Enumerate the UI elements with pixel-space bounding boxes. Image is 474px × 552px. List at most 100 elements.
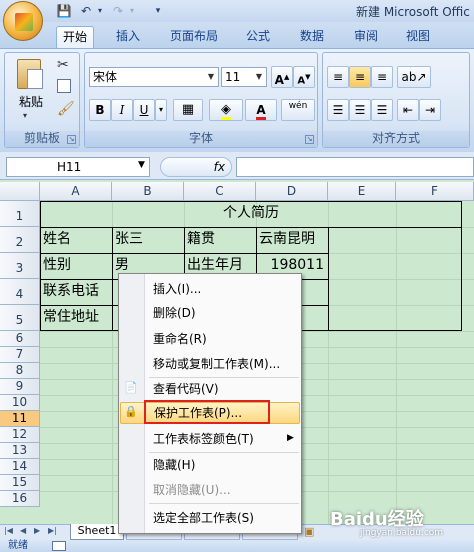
clipboard-launcher-icon[interactable]: ↘ [67,135,76,144]
undo-dropdown-icon[interactable]: ▾ [92,3,108,19]
redo-dropdown-icon[interactable]: ▾ [124,3,140,19]
name-box[interactable]: H11 [6,157,150,177]
column-header-f[interactable]: F [396,182,474,201]
prev-sheet-icon[interactable]: ◀ [20,526,26,535]
italic-button[interactable]: I [111,99,133,121]
sheet-tab-1[interactable]: Sheet1 [70,524,124,540]
shrink-font-button[interactable]: A▼ [293,66,315,88]
row-header-3[interactable]: 3 [0,253,40,279]
row-header-11[interactable]: 11 [0,411,40,427]
tab-insert[interactable]: 插入 [110,26,146,48]
paste-dropdown-icon[interactable]: ▾ [23,111,27,120]
customize-qat-icon[interactable]: ▾ [150,3,166,19]
cell-title[interactable]: 个人简历 [40,201,462,225]
tab-view[interactable]: 视图 [400,26,436,48]
font-size-combo[interactable]: 11 ▼ [221,67,267,87]
align-right-icon: ☰ [376,103,388,117]
row-header-8[interactable]: 8 [0,363,40,379]
row-header-1[interactable]: 1 [0,201,40,227]
menu-item-delete[interactable]: 删除(D) [120,302,300,324]
name-box-dropdown-icon[interactable]: ▼ [138,160,145,170]
cell-a3[interactable]: 性别 [40,253,112,277]
menu-item-move-copy[interactable]: 移动或复制工作表(M)... [120,353,300,375]
orientation-icon: ab↗ [401,70,427,84]
phonetic-button[interactable]: wén [281,99,315,121]
orientation-button[interactable]: ab↗ [397,66,431,88]
select-all-corner[interactable] [0,182,40,201]
font-name-combo[interactable]: 宋体 ▼ [89,67,219,87]
row-header-16[interactable]: 16 [0,491,40,507]
tab-page-layout[interactable]: 页面布局 [164,26,224,48]
cell-c2[interactable]: 籍贯 [184,227,256,251]
align-middle-button[interactable]: ≡ [349,66,371,88]
borders-button[interactable]: ▦ [173,99,203,121]
cell-a5[interactable]: 常住地址 [40,305,112,329]
macro-record-icon[interactable] [52,541,66,551]
watermark-url: jingyan.baidu.com [360,528,444,538]
align-bottom-button[interactable]: ≡ [371,66,393,88]
cell-a4[interactable]: 联系电话 [40,279,112,303]
column-header-c[interactable]: C [184,182,256,201]
underline-button[interactable]: U [133,99,155,121]
column-header-d[interactable]: D [256,182,328,201]
paste-button[interactable] [13,59,47,97]
row-header-10[interactable]: 10 [0,395,40,411]
row-header-5[interactable]: 5 [0,305,40,331]
decrease-indent-button[interactable]: ⇤ [397,99,419,121]
insert-function-button[interactable]: fx [160,157,232,177]
menu-item-view-code[interactable]: 查看代码(V) [120,378,300,400]
tab-formulas[interactable]: 公式 [240,26,276,48]
menu-item-select-all-sheets[interactable]: 选定全部工作表(S) [120,507,300,529]
row-header-2[interactable]: 2 [0,227,40,253]
next-sheet-icon[interactable]: ▶ [34,526,40,535]
office-button[interactable] [3,1,43,41]
align-center-button[interactable]: ☰ [349,99,371,121]
tab-review[interactable]: 审阅 [348,26,384,48]
row-header-7[interactable]: 7 [0,347,40,363]
column-header-b[interactable]: B [112,182,184,201]
align-right-button[interactable]: ☰ [371,99,393,121]
cut-icon[interactable]: ✂ [57,57,69,73]
cell-b2[interactable]: 张三 [112,227,184,251]
row-header-9[interactable]: 9 [0,379,40,395]
menu-item-rename[interactable]: 重命名(R) [120,328,300,350]
align-bottom-icon: ≡ [376,70,388,84]
row-header-15[interactable]: 15 [0,475,40,491]
menu-item-insert[interactable]: 插入(I)... [120,278,300,300]
font-color-button[interactable]: A [245,99,277,121]
font-group: 宋体 ▼ 11 ▼ A▲ A▼ B I U ▾ ▦ ◈ A wén 字体 ↘ [84,52,318,148]
fill-color-button[interactable]: ◈ [209,99,243,121]
align-top-icon: ≡ [332,70,344,84]
font-launcher-icon[interactable]: ↘ [305,135,314,144]
tab-data[interactable]: 数据 [294,26,330,48]
row-header-13[interactable]: 13 [0,443,40,459]
menu-item-tab-color[interactable]: 工作表标签颜色(T) [120,428,300,450]
cell-d2[interactable]: 云南昆明 [256,227,328,251]
row-header-12[interactable]: 12 [0,427,40,443]
row-header-6[interactable]: 6 [0,331,40,347]
column-header-a[interactable]: A [40,182,112,201]
alignment-group-label: 对齐方式 [323,131,469,147]
underline-dropdown-icon[interactable]: ▾ [155,99,167,121]
row-header-4[interactable]: 4 [0,279,40,305]
increase-indent-button[interactable]: ⇥ [419,99,441,121]
align-top-button[interactable]: ≡ [327,66,349,88]
tab-home[interactable]: 开始 [56,26,95,48]
menu-item-hide[interactable]: 隐藏(H) [120,454,300,476]
save-icon[interactable]: 💾 [56,3,72,19]
column-header-e[interactable]: E [328,182,396,201]
grow-font-button[interactable]: A▲ [271,66,293,88]
insert-sheet-icon[interactable]: ▣ [304,525,314,538]
bold-button[interactable]: B [89,99,111,121]
align-left-button[interactable]: ☰ [327,99,349,121]
formula-input[interactable] [236,157,474,177]
format-painter-icon[interactable]: 🖌 [57,101,75,117]
protect-sheet-icon: 🔒 [124,405,138,418]
cell-a2[interactable]: 姓名 [40,227,112,251]
increase-indent-icon: ⇥ [424,103,436,117]
last-sheet-icon[interactable]: ▶| [48,526,57,535]
font-size-value: 11 [225,70,241,84]
copy-icon[interactable] [57,79,71,93]
row-header-14[interactable]: 14 [0,459,40,475]
first-sheet-icon[interactable]: |◀ [4,526,13,535]
